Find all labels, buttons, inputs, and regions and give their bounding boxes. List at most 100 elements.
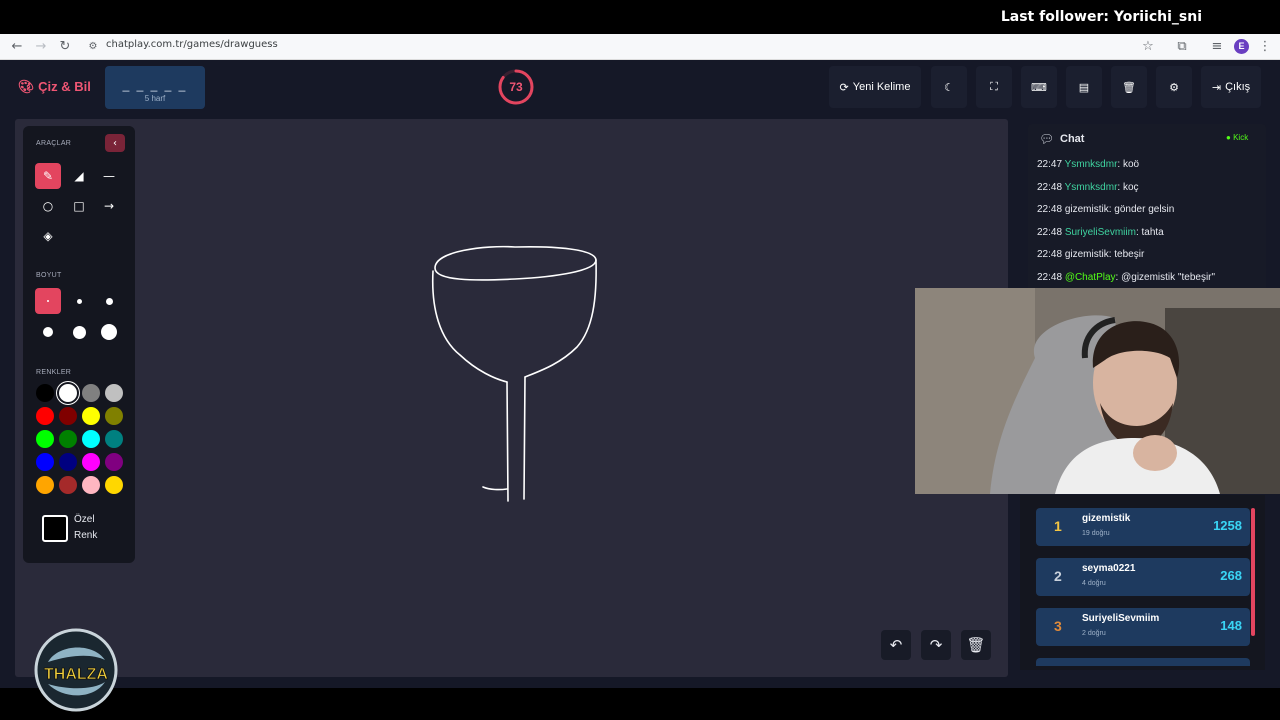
color-swatch[interactable] bbox=[105, 453, 123, 471]
chat-message: 22:48 SuriyeliSevmiim: tahta bbox=[1037, 227, 1164, 238]
exit-button[interactable]: ⇥ Çıkış bbox=[1201, 66, 1261, 108]
tools-panel: ARAÇLAR ‹ ✎ ◢ — ○ □ → ◈ BOYUT RENKLER bbox=[23, 126, 135, 563]
player-name: SuriyeliSevmiim bbox=[1082, 613, 1160, 624]
back-icon[interactable]: ← bbox=[8, 38, 26, 56]
color-swatch[interactable] bbox=[36, 407, 54, 425]
extensions-icon[interactable]: ⧉ bbox=[1173, 38, 1191, 56]
trash-icon: 🗑︎ bbox=[1122, 81, 1136, 94]
player-rank: 1 bbox=[1054, 518, 1062, 534]
color-swatch[interactable] bbox=[105, 430, 123, 448]
dark-mode-button[interactable]: ☾ bbox=[931, 66, 967, 108]
site-info-icon[interactable]: ⚙ bbox=[84, 38, 102, 56]
size-dot bbox=[47, 300, 49, 302]
player-rank: 3 bbox=[1054, 618, 1062, 634]
chat-text: : koç bbox=[1117, 181, 1139, 193]
chat-time: 22:48 bbox=[1037, 204, 1065, 216]
color-swatch[interactable] bbox=[59, 476, 77, 494]
color-swatch[interactable] bbox=[82, 384, 100, 402]
color-swatch[interactable] bbox=[36, 453, 54, 471]
last-follower-text: Last follower: Yoriichi_sni bbox=[1000, 9, 1202, 25]
bookmark-star-icon[interactable]: ☆ bbox=[1139, 38, 1157, 56]
chat-username[interactable]: gizemistik bbox=[1065, 204, 1109, 215]
leaderboard-row: 3 SuriyeliSevmiim 2 doğru 148 bbox=[1036, 608, 1250, 646]
clear-button[interactable]: 🗑︎ bbox=[1111, 66, 1147, 108]
color-swatch[interactable] bbox=[59, 407, 77, 425]
player-score: 268 bbox=[1220, 568, 1242, 583]
eraser-tool[interactable]: ◢ bbox=[66, 163, 92, 189]
size-option-2[interactable] bbox=[66, 288, 92, 314]
pen-tool[interactable]: ✎ bbox=[35, 163, 61, 189]
player-score: 1258 bbox=[1213, 518, 1242, 533]
exit-icon: ⇥ bbox=[1211, 81, 1222, 94]
fill-tool[interactable]: ◈ bbox=[35, 223, 61, 249]
profile-avatar[interactable]: E bbox=[1234, 39, 1249, 54]
chat-username[interactable]: Ysmnksdmr bbox=[1065, 182, 1118, 193]
redo-icon: ↷ bbox=[929, 636, 943, 654]
chat-message: 22:47 Ysmnksdmr: koö bbox=[1037, 159, 1139, 170]
circle-tool[interactable]: ○ bbox=[35, 193, 61, 219]
forward-icon[interactable]: → bbox=[32, 38, 50, 56]
clear-canvas-button[interactable]: 🗑︎ bbox=[961, 630, 991, 660]
color-swatch[interactable] bbox=[59, 430, 77, 448]
color-swatch[interactable] bbox=[59, 453, 77, 471]
chat-bubbles-icon: 💬︎ bbox=[1039, 132, 1055, 146]
chat-message: 22:48 Ysmnksdmr: koç bbox=[1037, 182, 1139, 193]
color-swatch[interactable] bbox=[59, 384, 77, 402]
gear-icon: ⚙ bbox=[1169, 81, 1179, 94]
color-swatch[interactable] bbox=[36, 384, 54, 402]
chat-message: 22:48 gizemistik: gönder gelsin bbox=[1037, 204, 1174, 215]
color-swatch[interactable] bbox=[105, 407, 123, 425]
custom-color-button[interactable] bbox=[42, 515, 68, 542]
color-swatch[interactable] bbox=[36, 476, 54, 494]
reload-icon[interactable]: ↻ bbox=[56, 38, 74, 56]
color-swatch[interactable] bbox=[82, 407, 100, 425]
pencil-icon: ✎ bbox=[42, 169, 54, 183]
chat-username[interactable]: Ysmnksdmr bbox=[1065, 159, 1118, 170]
circle-icon: ○ bbox=[42, 199, 54, 213]
chat-username[interactable]: gizemistik bbox=[1065, 249, 1109, 260]
size-option-3[interactable] bbox=[96, 288, 122, 314]
square-icon: □ bbox=[73, 199, 85, 213]
reading-list-icon[interactable]: ≡ bbox=[1208, 38, 1226, 56]
chat-time: 22:48 bbox=[1037, 226, 1065, 238]
color-swatch[interactable] bbox=[105, 476, 123, 494]
color-swatch[interactable] bbox=[105, 384, 123, 402]
rectangle-tool[interactable]: □ bbox=[66, 193, 92, 219]
color-swatch[interactable] bbox=[82, 453, 100, 471]
colors-label: RENKLER bbox=[36, 369, 72, 376]
keyboard-button[interactable]: ⌨ bbox=[1021, 66, 1057, 108]
fullscreen-button[interactable]: ⛶ bbox=[976, 66, 1012, 108]
archive-button[interactable]: ▤ bbox=[1066, 66, 1102, 108]
size-option-6[interactable] bbox=[96, 319, 122, 345]
color-swatch[interactable] bbox=[82, 430, 100, 448]
address-bar[interactable]: chatplay.com.tr/games/drawguess bbox=[106, 39, 278, 50]
size-dot bbox=[101, 324, 117, 340]
kick-status-badge: ● Kick bbox=[1226, 133, 1249, 142]
chat-time: 22:48 bbox=[1037, 181, 1065, 193]
chevron-left-icon: ‹ bbox=[113, 137, 117, 149]
drawing-canvas[interactable] bbox=[15, 119, 1008, 677]
leaderboard-row: 1 gizemistik 19 doğru 1258 bbox=[1036, 508, 1250, 546]
size-option-1[interactable] bbox=[35, 288, 61, 314]
chat-username[interactable]: SuriyeliSevmiim bbox=[1065, 227, 1136, 238]
color-swatch[interactable] bbox=[82, 476, 100, 494]
new-word-button[interactable]: ⟳ Yeni Kelime bbox=[829, 66, 921, 108]
settings-button[interactable]: ⚙ bbox=[1156, 66, 1192, 108]
arrow-tool[interactable]: → bbox=[96, 193, 122, 219]
redo-button[interactable]: ↷ bbox=[921, 630, 951, 660]
word-mask-box: _ _ _ _ _ 5 harf bbox=[105, 66, 205, 109]
size-option-4[interactable] bbox=[35, 319, 61, 345]
undo-button[interactable]: ↶ bbox=[881, 630, 911, 660]
chat-text: : koö bbox=[1117, 159, 1140, 170]
size-option-5[interactable] bbox=[66, 319, 92, 345]
collapse-panel-button[interactable]: ‹ bbox=[105, 134, 125, 152]
menu-kebab-icon[interactable]: ⋮ bbox=[1256, 38, 1274, 56]
fullscreen-icon: ⛶ bbox=[990, 80, 998, 93]
chat-username[interactable]: @ChatPlay bbox=[1065, 272, 1116, 283]
chat-text: : tahta bbox=[1135, 226, 1164, 238]
leaderboard-scrollbar[interactable] bbox=[1251, 508, 1255, 636]
line-icon: — bbox=[103, 169, 115, 183]
color-swatch[interactable] bbox=[36, 430, 54, 448]
game-logo[interactable]: 🎨︎ Çiz & Bil bbox=[18, 79, 91, 95]
line-tool[interactable]: — bbox=[96, 163, 122, 189]
